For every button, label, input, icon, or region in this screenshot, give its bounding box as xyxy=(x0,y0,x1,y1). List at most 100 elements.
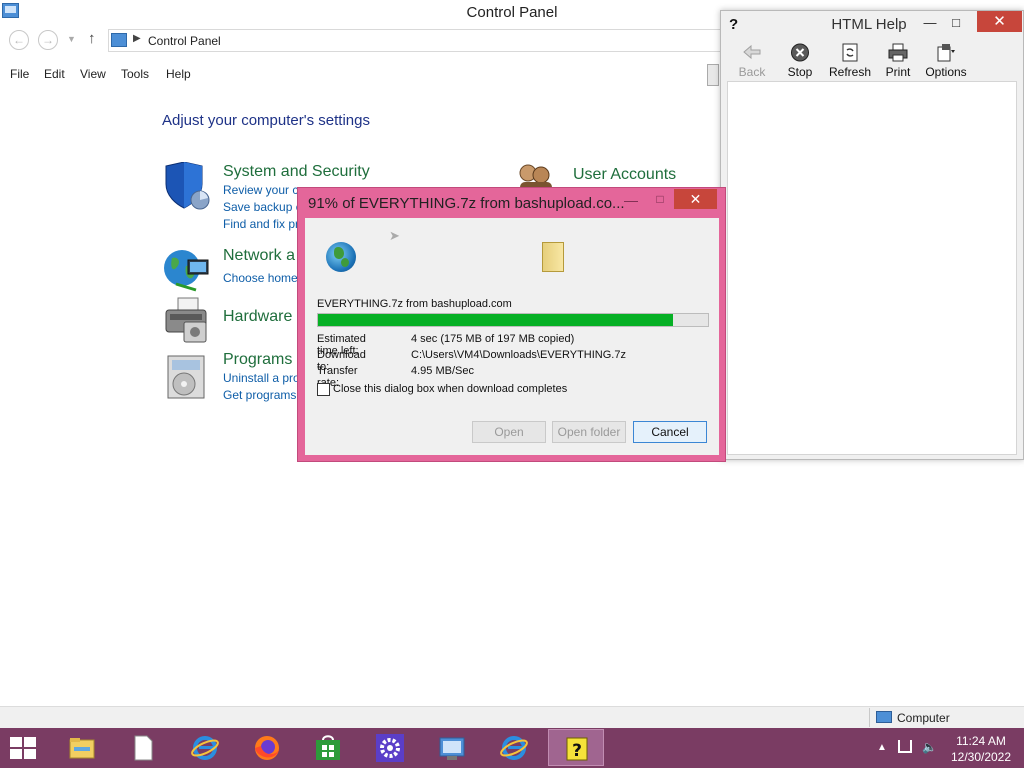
close-icon[interactable]: ✕ xyxy=(674,189,717,209)
control-panel-icon xyxy=(439,737,465,760)
help-window-title: HTML Help xyxy=(831,16,907,33)
stop-icon xyxy=(791,43,809,62)
link-get-programs[interactable]: Get programs xyxy=(223,388,296,402)
options-icon xyxy=(937,44,955,62)
help-question-icon: ? xyxy=(566,737,588,761)
download-to-value: C:\Users\VM4\Downloads\EVERYTHING.7z xyxy=(411,349,626,361)
print-icon xyxy=(888,43,908,62)
file-explorer-icon xyxy=(69,738,95,759)
help-print-button[interactable]: Print xyxy=(873,43,923,79)
page-title: Adjust your computer's settings xyxy=(162,112,370,129)
recent-locations-chevron-icon[interactable]: ▼ xyxy=(67,34,76,44)
taskbar-store[interactable] xyxy=(300,729,356,766)
help-print-label: Print xyxy=(885,65,911,79)
breadcrumb[interactable]: Control Panel xyxy=(148,34,221,48)
close-when-done-checkbox[interactable] xyxy=(317,383,330,396)
store-icon xyxy=(316,735,340,760)
internet-explorer-icon xyxy=(191,736,219,760)
menu-edit[interactable]: Edit xyxy=(44,67,65,81)
transfer-document-icon: ➤ xyxy=(389,228,400,243)
document-icon xyxy=(134,735,153,761)
help-refresh-button[interactable]: Refresh xyxy=(825,43,875,79)
help-refresh-label: Refresh xyxy=(828,65,872,79)
cancel-button[interactable]: Cancel xyxy=(633,421,707,443)
taskbar-internet-explorer[interactable] xyxy=(177,729,233,766)
taskbar-settings[interactable] xyxy=(362,729,418,766)
taskbar-notepad[interactable] xyxy=(115,729,171,766)
printer-icon[interactable] xyxy=(162,296,210,344)
forward-arrow-icon[interactable]: → xyxy=(38,30,58,50)
menu-bar: File Edit View Tools Help xyxy=(0,64,720,86)
help-content-pane[interactable] xyxy=(727,81,1017,455)
open-button[interactable]: Open xyxy=(472,421,546,443)
download-progress-fill xyxy=(318,314,673,326)
back-arrow-icon xyxy=(743,44,761,60)
scrollbar-stub[interactable] xyxy=(707,64,719,86)
taskbar-file-explorer[interactable] xyxy=(54,729,110,766)
link-uninstall-program[interactable]: Uninstall a pro xyxy=(223,371,300,385)
link-save-backup[interactable]: Save backup c xyxy=(223,200,302,214)
status-zone: Computer xyxy=(897,711,950,725)
help-stop-label: Stop xyxy=(787,65,813,79)
help-back-label: Back xyxy=(738,65,766,79)
menu-tools[interactable]: Tools xyxy=(121,67,149,81)
link-review-status[interactable]: Review your c xyxy=(223,183,298,197)
windows-start-icon[interactable] xyxy=(10,737,38,761)
network-globe-icon[interactable] xyxy=(162,246,210,294)
folder-icon xyxy=(542,242,564,272)
refresh-icon xyxy=(842,43,858,62)
download-dialog: 91% of EVERYTHING.7z from bashupload.co.… xyxy=(297,187,726,462)
status-divider xyxy=(869,708,870,727)
help-options-button[interactable]: Options xyxy=(921,43,971,79)
maximize-icon[interactable]: □ xyxy=(943,13,969,33)
back-arrow-icon[interactable]: ← xyxy=(9,30,29,50)
menu-view[interactable]: View xyxy=(80,67,106,81)
programs-icon[interactable] xyxy=(162,352,210,400)
minimize-icon[interactable]: — xyxy=(621,192,641,208)
taskbar-control-panel[interactable] xyxy=(424,729,480,766)
taskbar: ? ▲ 🔈 11:24 AM 12/30/2022 xyxy=(0,728,1024,768)
link-find-fix[interactable]: Find and fix pr xyxy=(223,217,299,231)
control-panel-icon xyxy=(111,33,127,47)
show-hidden-icons-chevron-icon[interactable]: ▲ xyxy=(877,742,887,753)
transfer-rate-value: 4.95 MB/Sec xyxy=(411,365,474,377)
taskbar-firefox[interactable] xyxy=(239,729,295,766)
clock-time: 11:24 AM xyxy=(956,734,1006,748)
minimize-icon[interactable]: — xyxy=(917,13,943,33)
help-back-button[interactable]: Back xyxy=(727,43,777,79)
download-dialog-body: ➤ EVERYTHING.7z from bashupload.com Esti… xyxy=(305,218,719,455)
firefox-icon xyxy=(255,736,279,760)
taskbar-internet-explorer-2[interactable] xyxy=(486,729,542,766)
computer-icon xyxy=(876,711,892,723)
category-hardware[interactable]: Hardware a xyxy=(223,308,306,326)
close-when-done-label[interactable]: Close this dialog box when download comp… xyxy=(333,383,567,395)
system-clock[interactable]: 11:24 AM 12/30/2022 xyxy=(948,733,1014,765)
download-source: EVERYTHING.7z from bashupload.com xyxy=(317,298,512,310)
address-bar[interactable]: ▶ Control Panel xyxy=(108,29,728,52)
open-folder-button[interactable]: Open folder xyxy=(552,421,626,443)
category-system-security[interactable]: System and Security xyxy=(223,163,370,181)
shield-icon[interactable] xyxy=(162,162,210,210)
html-help-window: ? HTML Help — □ ✕ Back Stop Refresh Prin… xyxy=(720,10,1024,460)
breadcrumb-separator-icon[interactable]: ▶ xyxy=(133,33,141,44)
internet-explorer-icon xyxy=(500,736,528,760)
download-progress-bar xyxy=(317,313,709,327)
up-arrow-icon[interactable]: ↑ xyxy=(88,30,96,47)
download-dialog-title: 91% of EVERYTHING.7z from bashupload.co.… xyxy=(308,195,625,212)
maximize-icon[interactable]: □ xyxy=(650,192,670,206)
help-toolbar: Back Stop Refresh Print Options xyxy=(721,41,1023,85)
gear-icon xyxy=(376,734,404,762)
category-network[interactable]: Network a xyxy=(223,247,295,265)
close-icon[interactable]: ✕ xyxy=(977,11,1022,32)
volume-muted-icon[interactable]: 🔈 xyxy=(922,740,940,754)
network-icon[interactable] xyxy=(898,740,912,753)
category-programs[interactable]: Programs xyxy=(223,351,292,369)
taskbar-html-help[interactable]: ? xyxy=(548,729,604,766)
menu-help[interactable]: Help xyxy=(166,67,191,81)
globe-icon xyxy=(326,242,356,272)
category-user-accounts[interactable]: User Accounts xyxy=(573,166,676,184)
help-options-label: Options xyxy=(925,65,967,79)
help-stop-button[interactable]: Stop xyxy=(775,43,825,79)
menu-file[interactable]: File xyxy=(10,67,29,81)
link-choose-homegroup[interactable]: Choose home xyxy=(223,271,298,285)
